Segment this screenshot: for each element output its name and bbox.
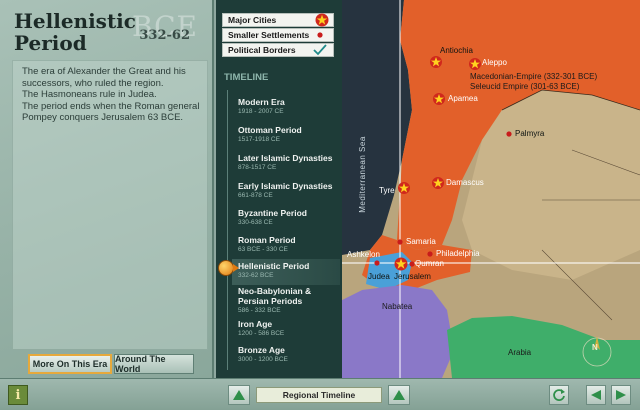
era-info-panel: BCE 332-62 Hellenistic Period The era of…	[0, 0, 214, 378]
refresh-icon	[553, 389, 565, 401]
next-button[interactable]	[611, 385, 631, 405]
timeline-item-name: Ottoman Period	[238, 125, 302, 135]
city-label-ashkelon: Ashkelon	[347, 250, 380, 259]
timeline-item-name: Iron Age	[238, 319, 273, 329]
bottom-toolbar: i Regional Timeline	[0, 378, 640, 410]
city-label-qumran: Qumran	[415, 259, 444, 268]
ptolemaic-territory	[342, 285, 454, 378]
settlement-marker-ashkelon[interactable]	[374, 260, 380, 266]
dot-icon	[317, 29, 323, 41]
timeline-item-name: Modern Era	[238, 97, 285, 107]
timeline-item-name: Neo-Babylonian & Persian Periods	[238, 286, 312, 306]
timeline-item-name: Hellenistic Period	[238, 261, 310, 271]
mediterranean-sea-label: Mediterranean Sea	[357, 136, 367, 213]
region-label-judea: Judea	[368, 272, 390, 281]
city-label-palmyra: Palmyra	[515, 129, 545, 138]
around-the-world-button[interactable]: Around The World	[114, 354, 194, 374]
city-label-antiochia: Antiochia	[440, 46, 473, 55]
timeline-item-neo-babylonian-persian[interactable]: Neo-Babylonian & Persian Periods 586 - 3…	[238, 286, 338, 318]
timeline-heading: TIMELINE	[224, 72, 269, 83]
timeline-marker-pointer	[233, 264, 239, 272]
regional-map[interactable]: Mediterranean Sea Antiochia Aleppo Maced…	[342, 0, 640, 378]
checkmark-icon	[313, 44, 327, 56]
city-marker-damascus[interactable]	[432, 177, 444, 189]
city-marker-aleppo[interactable]	[469, 58, 481, 70]
city-marker-jerusalem[interactable]	[394, 257, 408, 271]
legend-smaller-settlements[interactable]: Smaller Settlements	[222, 28, 334, 42]
timeline-item-name: Later Islamic Dynasties	[238, 153, 333, 163]
city-marker-apamea[interactable]	[433, 93, 445, 105]
timeline-item-range: 330-638 CE	[238, 219, 273, 226]
legend-label: Major Cities	[228, 15, 277, 25]
city-label-damascus: Damascus	[446, 178, 484, 187]
legend-major-cities[interactable]: Major Cities	[222, 13, 334, 27]
settlement-marker-samaria[interactable]	[397, 239, 403, 245]
timeline-item-name: Byzantine Period	[238, 208, 307, 218]
triangle-up-icon	[233, 390, 245, 400]
arrow-left-icon	[591, 390, 601, 400]
legend-label: Political Borders	[228, 45, 296, 55]
refresh-button[interactable]	[549, 385, 569, 405]
page-title: Hellenistic Period	[14, 9, 136, 55]
empire-note: Macedonian-Empire (332-301 BCE) Seleucid…	[470, 72, 598, 91]
compass-north-label: N	[592, 343, 598, 352]
timeline-item-name: Roman Period	[238, 235, 296, 245]
timeline-item-range: 1517-1918 CE	[238, 136, 280, 143]
legend-label: Smaller Settlements	[228, 30, 310, 40]
city-marker-antiochia[interactable]	[430, 56, 442, 68]
settlement-marker-philadelphia[interactable]	[427, 251, 433, 257]
city-label-samaria: Samaria	[406, 237, 436, 246]
triangle-up-icon	[393, 390, 405, 400]
timeline-item-iron-age[interactable]: Iron Age 1200 - 586 BCE	[238, 319, 338, 343]
info-button[interactable]: i	[8, 385, 28, 405]
timeline-item-bronze-age[interactable]: Bronze Age 3000 - 1200 BCE	[238, 345, 338, 369]
city-label-tyre: Tyre	[379, 186, 395, 195]
regional-timeline-up-button[interactable]	[228, 385, 250, 405]
timeline-item-byzantine-period[interactable]: Byzantine Period 330-638 CE	[238, 208, 338, 232]
timeline-track	[227, 90, 228, 370]
timeline-item-range: 332-62 BCE	[238, 272, 274, 279]
city-label-aleppo: Aleppo	[482, 58, 507, 67]
timeline-item-roman-period[interactable]: Roman Period 63 BCE - 330 CE	[238, 235, 338, 259]
previous-button[interactable]	[586, 385, 606, 405]
region-label-arabia: Arabia	[508, 348, 532, 357]
timeline-item-modern-era[interactable]: Modern Era 1918 - 2007 CE	[238, 97, 338, 121]
city-label-jerusalem: Jerusalem	[394, 272, 431, 281]
timeline-item-ottoman-period[interactable]: Ottoman Period 1517-1918 CE	[238, 125, 338, 149]
regional-timeline-down-button[interactable]	[388, 385, 410, 405]
city-label-apamea: Apamea	[448, 94, 478, 103]
timeline-position-marker[interactable]	[218, 260, 234, 276]
timeline-item-range: 1918 - 2007 CE	[238, 108, 284, 115]
settlement-marker-qumran[interactable]	[409, 261, 415, 267]
timeline-item-range: 1200 - 586 BCE	[238, 330, 285, 337]
timeline-item-name: Early Islamic Dynasties	[238, 181, 333, 191]
regional-timeline-label: Regional Timeline	[256, 387, 382, 403]
regional-timeline-control: Regional Timeline	[228, 385, 410, 405]
city-label-philadelphia: Philadelphia	[436, 249, 480, 258]
timeline-item-name: Bronze Age	[238, 345, 285, 355]
era-description: The era of Alexander the Great and his s…	[22, 66, 200, 123]
more-on-this-era-button[interactable]: More On This Era	[28, 354, 112, 374]
city-marker-tyre[interactable]	[398, 182, 410, 194]
legend-political-borders[interactable]: Political Borders	[222, 43, 334, 57]
timeline-item-range: 63 BCE - 330 CE	[238, 246, 288, 253]
region-label-nabatea: Nabatea	[382, 302, 413, 311]
timeline-item-range: 3000 - 1200 BCE	[238, 356, 288, 363]
settlement-marker-palmyra[interactable]	[506, 131, 512, 137]
arrow-right-icon	[616, 390, 626, 400]
timeline-panel: Major Cities Smaller Settlements Politic…	[216, 0, 342, 378]
timeline-item-hellenistic-period[interactable]: Hellenistic Period 332-62 BCE	[232, 259, 340, 285]
timeline-item-early-islamic[interactable]: Early Islamic Dynasties 661-878 CE	[238, 181, 338, 205]
timeline-item-range: 661-878 CE	[238, 192, 273, 199]
timeline-item-range: 586 - 332 BCE	[238, 307, 281, 314]
timeline-item-later-islamic[interactable]: Later Islamic Dynasties 878-1517 CE	[238, 153, 338, 177]
star-icon	[315, 13, 329, 27]
timeline-item-range: 878-1517 CE	[238, 164, 277, 171]
